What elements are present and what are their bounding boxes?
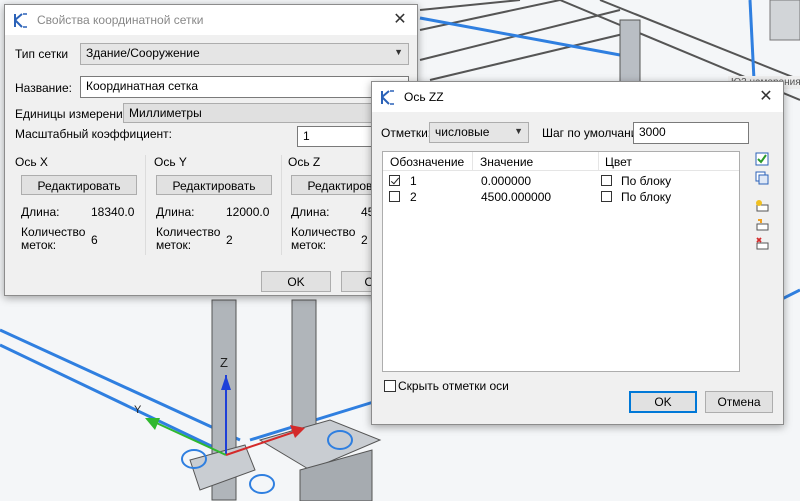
marks-value: числовые <box>435 125 490 139</box>
chevron-down-icon: ▼ <box>514 126 523 136</box>
chevron-down-icon: ▼ <box>394 47 403 57</box>
grid-dialog-close-icon[interactable]: ✕ <box>389 9 411 31</box>
edit-axis-x-button[interactable]: Редактировать <box>21 175 137 195</box>
table-header: Обозначение Значение Цвет <box>383 152 739 171</box>
divider <box>145 155 146 255</box>
axis-y-group: Ось Y Редактировать Длина: 12000.0 Колич… <box>150 151 278 257</box>
axis-x-count-label: Количество <box>21 225 86 239</box>
step-field[interactable]: 3000 <box>633 122 749 144</box>
check-all-icon[interactable] <box>755 152 769 166</box>
axis-y-count-label-2: меток: <box>156 238 192 252</box>
row-color-swatch[interactable] <box>601 175 612 186</box>
scale-label: Масштабный коэффициент: <box>15 127 172 141</box>
app-logo-icon <box>14 13 27 28</box>
grid-properties-dialog: Свойства координатной сетки ✕ Тип сетки … <box>4 4 418 296</box>
axis-x-length: 18340.0 <box>91 205 135 219</box>
insert-mark-icon[interactable] <box>755 218 769 232</box>
axis-y-length: 12000.0 <box>226 205 270 219</box>
row-visible-checkbox[interactable] <box>389 191 400 202</box>
axis-x-count: 6 <box>91 233 98 247</box>
table-row[interactable]: 1 0.000000 По блоку <box>383 172 739 188</box>
marks-label: Отметки: <box>381 126 432 140</box>
units-select[interactable]: Миллиметры <box>123 103 409 123</box>
row-color-swatch[interactable] <box>601 191 612 202</box>
axis-x-length-label: Длина: <box>21 205 60 219</box>
column-header[interactable]: Обозначение <box>390 155 464 169</box>
axis-x-group: Ось X Редактировать Длина: 18340.0 Колич… <box>15 151 143 257</box>
axis-y-length-label: Длина: <box>156 205 195 219</box>
axis-dialog-close-icon[interactable]: ✕ <box>755 86 777 108</box>
hide-marks-label[interactable]: Скрыть отметки оси <box>398 379 509 393</box>
add-mark-icon[interactable] <box>755 199 769 213</box>
axis-x-count-label-2: меток: <box>21 238 57 252</box>
copy-icon[interactable] <box>755 171 769 185</box>
grid-type-label: Тип сетки <box>15 47 69 61</box>
axis-z-count: 2 <box>361 233 368 247</box>
grid-type-value: Здание/Сооружение <box>86 46 200 60</box>
edit-axis-y-button[interactable]: Редактировать <box>156 175 272 195</box>
axis-z-count-label: Количество <box>291 225 356 239</box>
app-logo-icon <box>381 90 394 105</box>
grid-dialog-title: Свойства координатной сетки <box>37 13 204 27</box>
axis-z-title: Ось Z <box>288 155 321 169</box>
axis-z-length-label: Длина: <box>291 205 330 219</box>
row-color[interactable]: По блоку <box>621 190 671 204</box>
row-visible-checkbox[interactable] <box>389 175 400 186</box>
name-label: Название: <box>15 81 72 95</box>
delete-mark-icon[interactable] <box>755 237 769 251</box>
column-divider[interactable] <box>472 152 473 170</box>
axis-x-title: Ось X <box>15 155 48 169</box>
column-header[interactable]: Значение <box>480 155 533 169</box>
units-label: Единицы измерения: <box>15 107 133 121</box>
axis-ok-button[interactable]: OK <box>629 391 697 413</box>
name-field[interactable]: Координатная сетка <box>80 76 409 98</box>
row-name: 2 <box>410 190 417 204</box>
axis-label-y: Y <box>134 404 142 416</box>
row-value[interactable]: 4500.000000 <box>481 190 551 204</box>
table-row[interactable]: 2 4500.000000 По блоку <box>383 188 739 204</box>
grid-ok-button[interactable]: OK <box>261 271 331 292</box>
hide-marks-checkbox[interactable] <box>384 380 396 392</box>
row-name: 1 <box>410 174 417 188</box>
axis-dialog-title: Ось ZZ <box>404 90 444 104</box>
axis-y-count-label: Количество <box>156 225 221 239</box>
grid-type-select[interactable]: Здание/Сооружение ▼ <box>80 43 409 65</box>
marks-table[interactable]: Обозначение Значение Цвет 1 0.000000 По … <box>382 151 740 372</box>
axis-z-count-label-2: меток: <box>291 238 327 252</box>
grid-dialog-titlebar[interactable]: Свойства координатной сетки ✕ <box>5 5 417 35</box>
row-color[interactable]: По блоку <box>621 174 671 188</box>
axis-zz-dialog: Ось ZZ ✕ Отметки: числовые ▼ Шаг по умол… <box>371 81 784 425</box>
row-value[interactable]: 0.000000 <box>481 174 531 188</box>
axis-label-z: Z <box>220 355 228 370</box>
axis-y-title: Ось Y <box>154 155 187 169</box>
column-header[interactable]: Цвет <box>605 155 632 169</box>
divider <box>281 155 282 255</box>
axis-y-count: 2 <box>226 233 233 247</box>
axis-dialog-titlebar[interactable]: Ось ZZ ✕ <box>372 82 783 112</box>
column-divider[interactable] <box>598 152 599 170</box>
axis-cancel-button[interactable]: Отмена <box>705 391 773 413</box>
marks-select[interactable]: числовые ▼ <box>429 122 529 143</box>
